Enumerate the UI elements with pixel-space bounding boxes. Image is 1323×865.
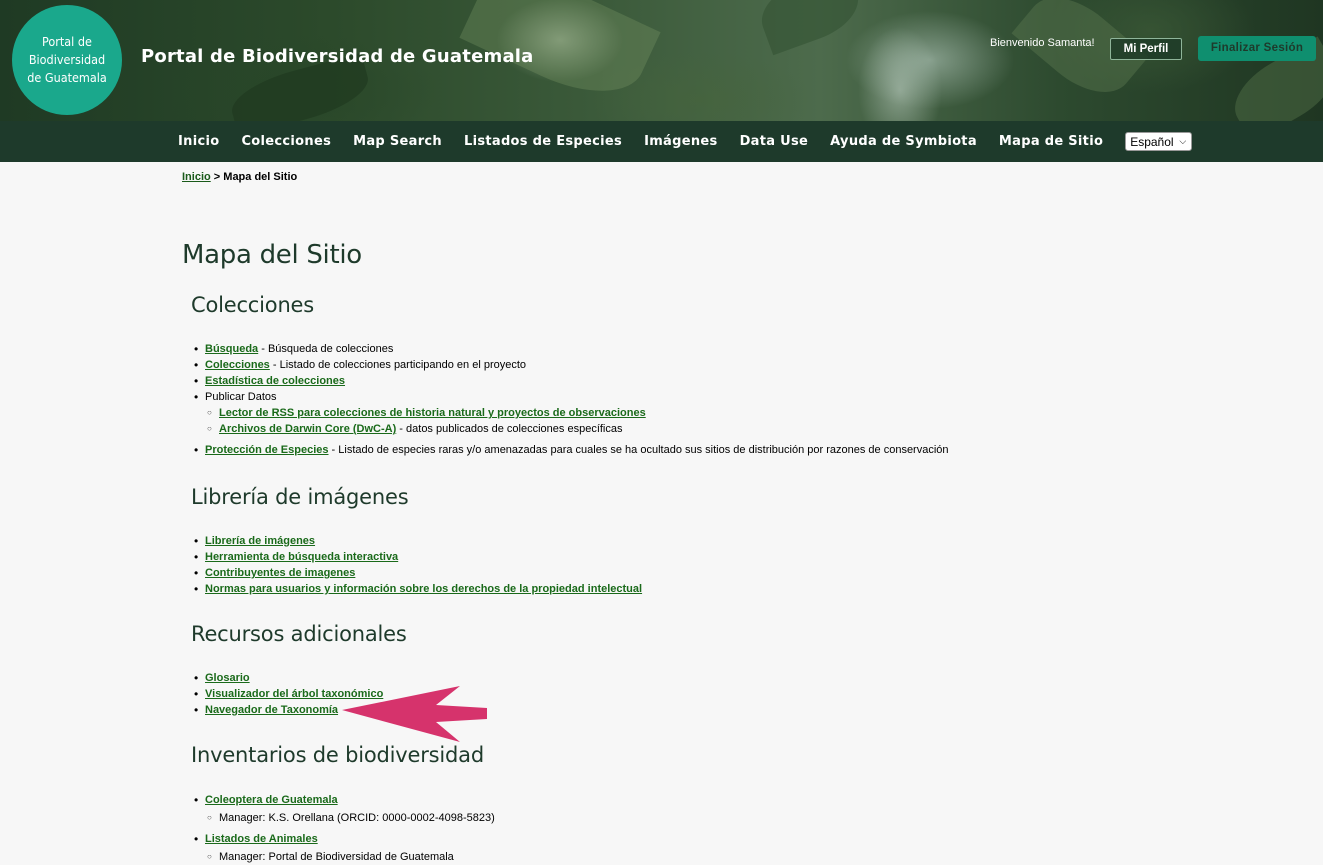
section-title-inventarios: Inventarios de biodiversidad [191,743,484,767]
sub-list-item: Manager: K.S. Orellana (ORCID: 0000-0002… [207,810,495,826]
main-content: Inicio > Mapa del Sitio Mapa del Sitio C… [182,171,1282,865]
list-item: Contribuyentes de imagenes [194,565,642,581]
list-item: Listados de Animales Manager: Portal de … [194,831,495,865]
link-normas[interactable]: Normas para usuarios y información sobre… [205,583,642,595]
list-item: Estadística de colecciones [194,373,949,389]
list-item: Protección de Especies - Listado de espe… [194,442,949,458]
link-contribuyentes[interactable]: Contribuyentes de imagenes [205,567,355,579]
header-banner: Portal de Biodiversidad de Guatemala Por… [0,0,1323,121]
link-busqueda[interactable]: Búsqueda [205,343,258,355]
list-item: Librería de imágenes [194,533,642,549]
list-item: Búsqueda - Búsqueda de colecciones [194,341,949,357]
site-logo[interactable]: Portal de Biodiversidad de Guatemala [12,5,122,115]
logo-text: Portal de Biodiversidad de Guatemala [27,34,107,85]
breadcrumb-home-link[interactable]: Inicio [182,171,211,183]
section-title-recursos: Recursos adicionales [191,622,407,646]
logout-button[interactable]: Finalizar Sesión [1198,36,1316,61]
nav-item-inicio[interactable]: Inicio [167,134,230,149]
desc-colecciones: - Listado de colecciones participando en… [269,359,527,371]
list-colecciones: Búsqueda - Búsqueda de colecciones Colec… [194,341,949,458]
label-publicar-datos: Publicar Datos [205,391,277,403]
page-title: Mapa del Sitio [182,240,362,270]
list-inventarios: Coleoptera de Guatemala Manager: K.S. Or… [194,792,495,865]
link-coleoptera[interactable]: Coleoptera de Guatemala [205,794,338,806]
nav-item-colecciones[interactable]: Colecciones [230,134,342,149]
section-title-imagenes: Librería de imágenes [191,485,409,509]
nav-item-mapa-sitio[interactable]: Mapa de Sitio [988,134,1114,149]
link-rss[interactable]: Lector de RSS para colecciones de histor… [219,407,646,419]
breadcrumb: Inicio > Mapa del Sitio [182,171,1282,183]
chevron-down-icon: ⌵ [1179,136,1187,146]
desc-dwca: - datos publicados de colecciones especí… [396,423,623,435]
desc-busqueda: - Búsqueda de colecciones [258,343,394,355]
link-navegador-taxonomia[interactable]: Navegador de Taxonomía [205,704,338,716]
link-libreria-imagenes[interactable]: Librería de imágenes [205,535,315,547]
nav-item-ayuda[interactable]: Ayuda de Symbiota [819,134,988,149]
desc-proteccion: - Listado de especies raras y/o amenazad… [328,444,949,456]
sub-list-item: Archivos de Darwin Core (DwC-A) - datos … [207,421,949,437]
nav-item-listados[interactable]: Listados de Especies [453,134,633,149]
arrow-left-icon [342,686,487,742]
list-imagenes: Librería de imágenes Herramienta de búsq… [194,533,642,597]
profile-button[interactable]: Mi Perfil [1110,38,1182,60]
list-item: Herramienta de búsqueda interactiva [194,549,642,565]
list-item: Normas para usuarios y información sobre… [194,581,642,597]
sub-list-item: Manager: Portal de Biodiversidad de Guat… [207,849,495,865]
language-value: Español [1130,134,1174,149]
list-item: Publicar Datos Lector de RSS para colecc… [194,389,949,437]
list-item: Colecciones - Listado de colecciones par… [194,357,949,373]
link-proteccion[interactable]: Protección de Especies [205,444,329,456]
section-title-colecciones: Colecciones [191,293,315,317]
nav-item-imagenes[interactable]: Imágenes [633,134,729,149]
nav-item-data-use[interactable]: Data Use [729,134,820,149]
sub-list-item: Lector de RSS para colecciones de histor… [207,405,949,421]
welcome-message: Bienvenido Samanta! [990,37,1095,49]
link-estadistica[interactable]: Estadística de colecciones [205,375,345,387]
link-listados-animales[interactable]: Listados de Animales [205,833,318,845]
list-item: Coleoptera de Guatemala Manager: K.S. Or… [194,792,495,826]
manager-animales: Manager: Portal de Biodiversidad de Guat… [219,851,454,863]
main-nav: Inicio Colecciones Map Search Listados d… [0,121,1323,162]
breadcrumb-separator: > [210,171,224,183]
breadcrumb-current: Mapa del Sitio [223,171,298,183]
link-herramienta-busqueda[interactable]: Herramienta de búsqueda interactiva [205,551,398,563]
nav-item-map-search[interactable]: Map Search [342,134,453,149]
link-dwca[interactable]: Archivos de Darwin Core (DwC-A) [219,423,396,435]
link-glosario[interactable]: Glosario [205,672,250,684]
link-colecciones[interactable]: Colecciones [205,359,270,371]
site-title[interactable]: Portal de Biodiversidad de Guatemala [141,46,534,67]
language-select[interactable]: Español ⌵ [1125,132,1193,151]
manager-coleoptera: Manager: K.S. Orellana (ORCID: 0000-0002… [219,812,495,824]
